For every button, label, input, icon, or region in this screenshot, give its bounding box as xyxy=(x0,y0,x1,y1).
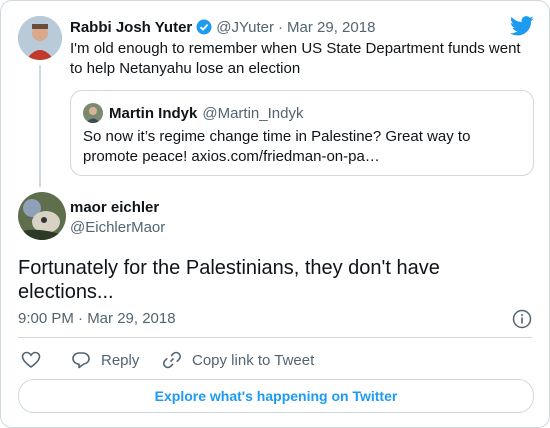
quoted-author-avatar xyxy=(83,103,103,123)
parent-tweet-line-2: to help Netanyahu lose an election xyxy=(70,60,301,77)
quoted-tweet-header: Martin Indyk @Martin_Indyk xyxy=(109,103,303,123)
explore-twitter-label: Explore what's happening on Twitter xyxy=(154,388,398,404)
link-icon xyxy=(162,350,182,370)
main-author-name[interactable]: maor eichler xyxy=(70,199,159,216)
like-button[interactable] xyxy=(21,350,41,370)
info-icon[interactable] xyxy=(512,309,532,329)
quoted-tweet-line-1: So now it’s regime change time in Palest… xyxy=(83,128,471,145)
quoted-tweet-text: So now it’s regime change time in Palest… xyxy=(83,127,523,167)
main-author-handle[interactable]: @EichlerMaor xyxy=(70,219,165,236)
parent-tweet-line-1: I'm old enough to remember when US State… xyxy=(70,40,521,57)
copy-link-label: Copy link to Tweet xyxy=(192,351,315,369)
header-separator: · xyxy=(278,18,284,36)
twitter-bird-icon[interactable] xyxy=(510,16,534,36)
parent-tweet-text: I'm old enough to remember when US State… xyxy=(70,39,540,79)
heart-icon xyxy=(21,350,41,370)
quoted-author-handle: @Martin_Indyk xyxy=(202,104,304,122)
parent-tweet-date[interactable]: Mar 29, 2018 xyxy=(287,19,375,36)
thread-connector xyxy=(39,65,41,187)
main-tweet-line-2: elections... xyxy=(18,281,114,303)
main-tweet-timestamp[interactable]: 9:00 PM · Mar 29, 2018 xyxy=(18,310,176,327)
parent-tweet-header: Rabbi Josh Yuter @JYuter · Mar 29, 2018 xyxy=(70,17,375,37)
parent-author-handle[interactable]: @JYuter xyxy=(216,19,274,36)
reply-button[interactable]: Reply xyxy=(71,350,139,370)
explore-twitter-button[interactable]: Explore what's happening on Twitter xyxy=(18,379,534,413)
quoted-author-name: Martin Indyk xyxy=(109,104,198,122)
parent-author-avatar[interactable] xyxy=(18,16,62,60)
reply-label: Reply xyxy=(101,351,140,369)
main-tweet-line-1: Fortunately for the Palestinians, they d… xyxy=(18,257,440,279)
main-tweet-text: Fortunately for the Palestinians, they d… xyxy=(18,256,518,304)
parent-author-name[interactable]: Rabbi Josh Yuter xyxy=(70,19,192,36)
quoted-tweet-line-2: promote peace! axios.com/friedman-on-pa… xyxy=(83,148,380,165)
main-author-avatar[interactable] xyxy=(18,192,66,240)
embedded-tweet-card: Rabbi Josh Yuter @JYuter · Mar 29, 2018 … xyxy=(0,0,550,428)
actions-divider xyxy=(18,337,532,338)
copy-link-button[interactable]: Copy link to Tweet xyxy=(162,350,314,370)
reply-icon xyxy=(71,350,91,370)
quoted-tweet[interactable]: Martin Indyk @Martin_Indyk So now it’s r… xyxy=(70,90,534,176)
verified-badge-icon xyxy=(196,19,212,35)
